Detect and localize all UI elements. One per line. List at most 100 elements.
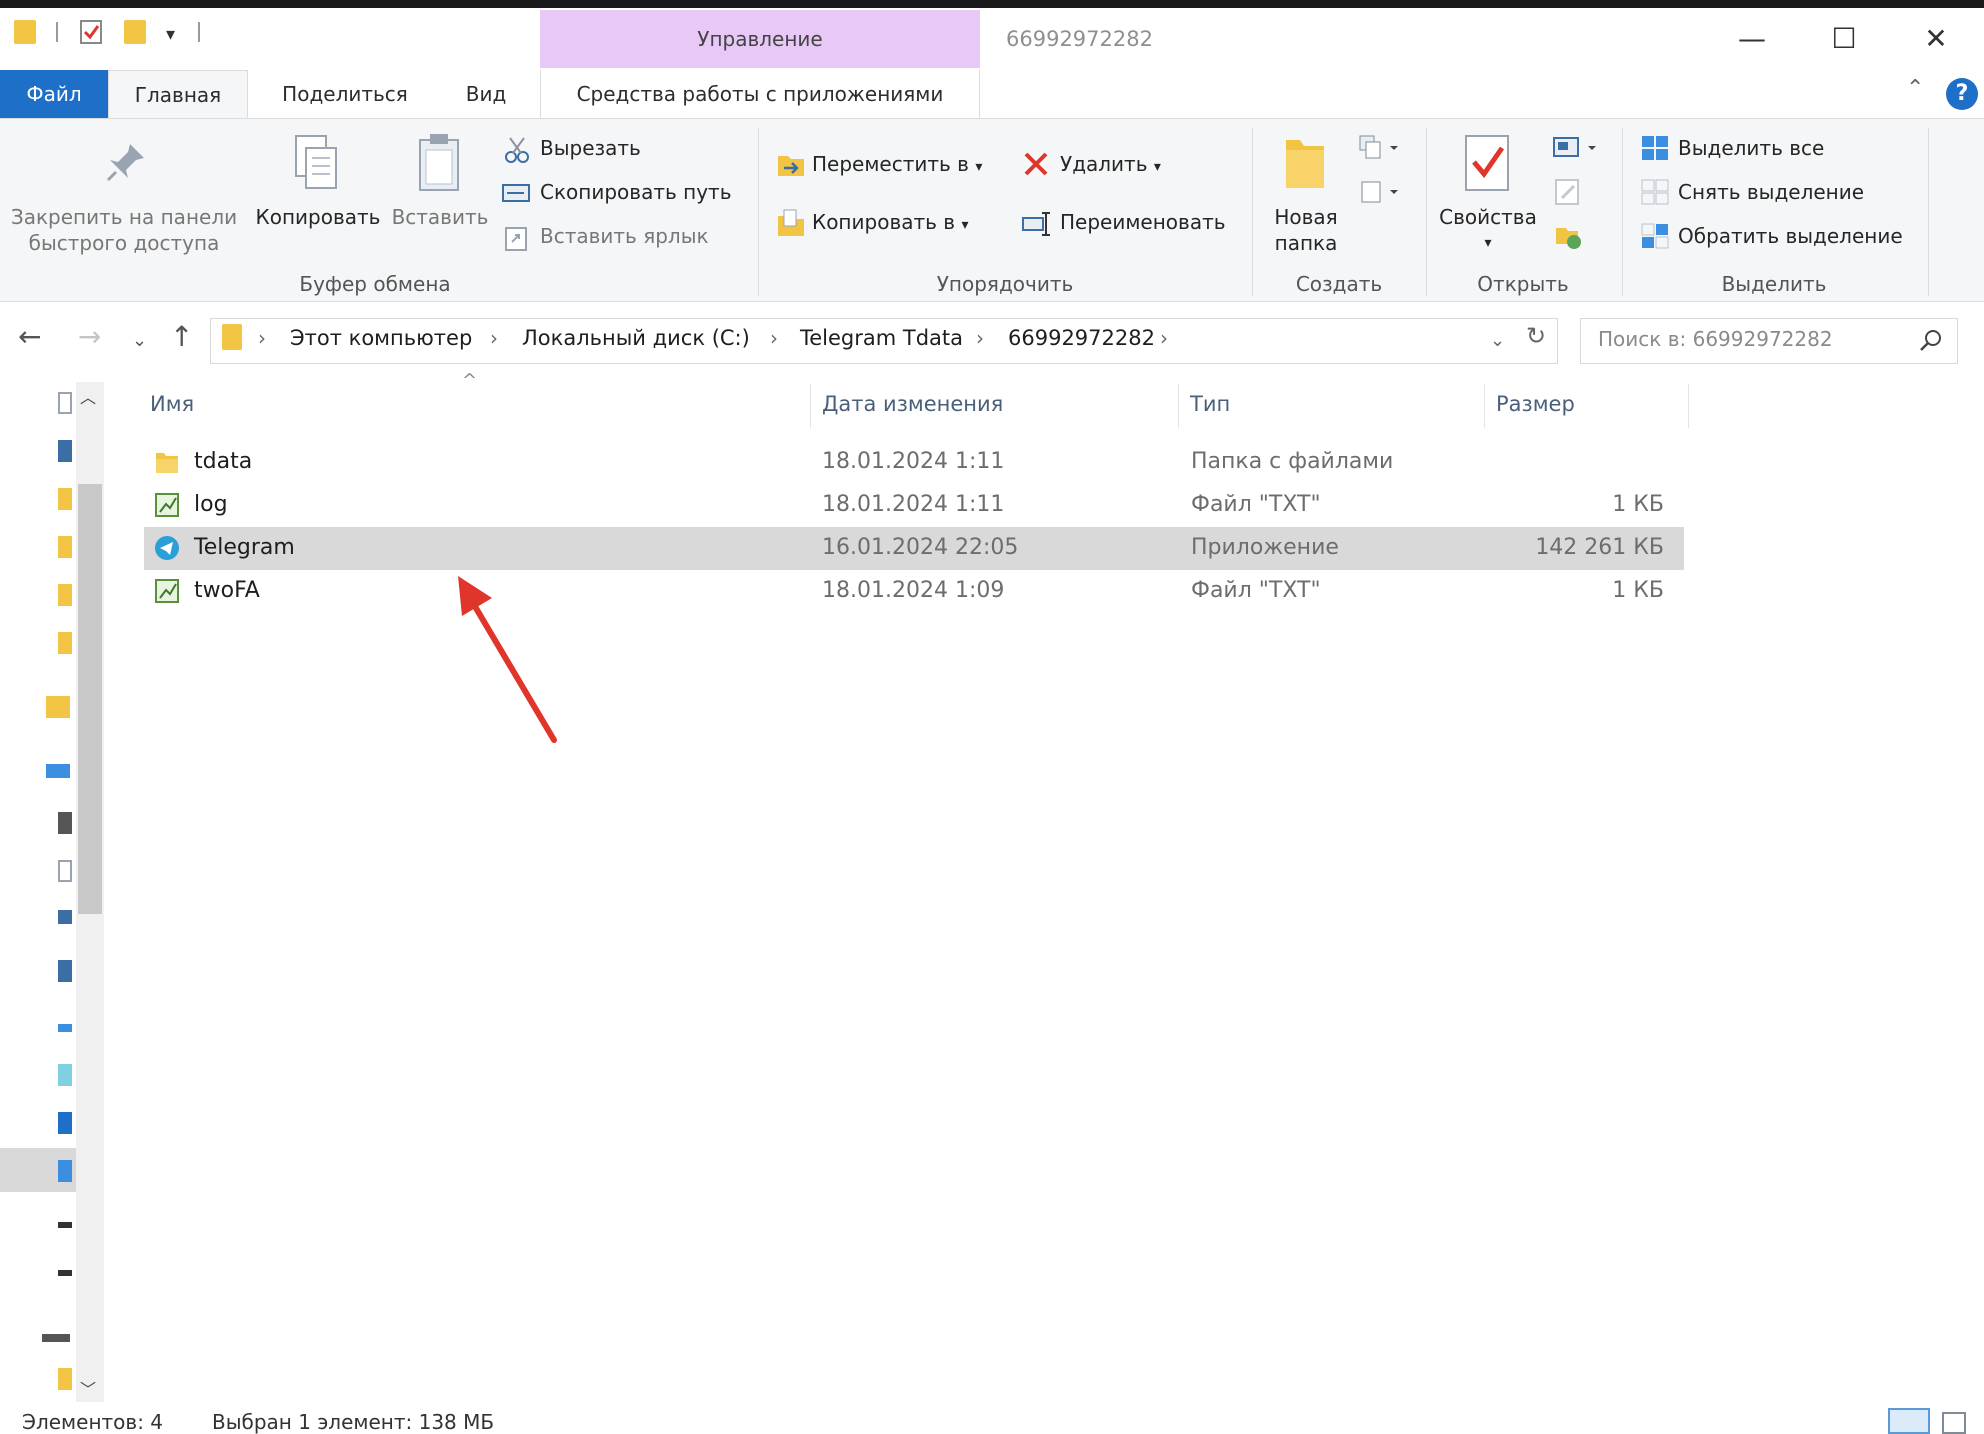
minimize-button[interactable]: — bbox=[1706, 8, 1798, 70]
new-folder-quick-icon[interactable] bbox=[124, 20, 146, 44]
documents-icon[interactable] bbox=[58, 860, 72, 882]
refresh-icon[interactable]: ↻ bbox=[1526, 322, 1546, 350]
column-header-type[interactable]: Тип bbox=[1190, 392, 1230, 416]
copy-icon bbox=[295, 135, 337, 189]
copy-button[interactable]: Копировать bbox=[250, 204, 386, 230]
file-row[interactable]: log 18.01.2024 1:11 Файл "TXT" 1 КБ bbox=[144, 484, 1684, 527]
breadcrumb-chevron-icon[interactable]: › bbox=[258, 326, 266, 350]
quick-access-icon[interactable] bbox=[58, 392, 72, 414]
desktop-icon[interactable] bbox=[58, 440, 72, 462]
back-arrow-icon[interactable]: ← bbox=[18, 320, 41, 353]
telegram-icon bbox=[155, 536, 179, 560]
folder-icon bbox=[14, 20, 36, 44]
breadcrumb-chevron-icon[interactable]: › bbox=[976, 326, 984, 350]
file-date: 18.01.2024 1:11 bbox=[822, 449, 1005, 474]
move-to-button[interactable]: Переместить в ▾ bbox=[812, 152, 982, 176]
music-icon[interactable] bbox=[58, 960, 72, 982]
help-icon[interactable]: ? bbox=[1946, 78, 1978, 110]
manage-context-tab[interactable]: Управление bbox=[540, 10, 980, 68]
paste-shortcut-button[interactable]: Вставить ярлык bbox=[540, 224, 709, 248]
drive-icon[interactable] bbox=[58, 1222, 72, 1228]
column-divider[interactable] bbox=[1178, 384, 1179, 428]
select-all-icon bbox=[1642, 136, 1668, 160]
folder-icon[interactable] bbox=[58, 1368, 72, 1390]
copy-to-button[interactable]: Копировать в ▾ bbox=[812, 210, 968, 234]
tab-app-tools[interactable]: Средства работы с приложениями bbox=[540, 70, 980, 118]
pictures-icon[interactable] bbox=[58, 1024, 72, 1032]
file-row-selected[interactable]: Telegram 16.01.2024 22:05 Приложение 142… bbox=[144, 527, 1684, 570]
breadcrumb-local-disk[interactable]: Локальный диск (C:) bbox=[522, 326, 750, 350]
easy-access-icon[interactable] bbox=[1358, 178, 1402, 206]
folder-icon[interactable] bbox=[58, 536, 72, 558]
column-divider[interactable] bbox=[1484, 384, 1485, 428]
folder-icon[interactable] bbox=[46, 696, 70, 718]
file-row[interactable]: tdata 18.01.2024 1:11 Папка с файлами bbox=[144, 441, 1684, 484]
onedrive-icon[interactable] bbox=[46, 764, 70, 778]
drive-icon[interactable] bbox=[58, 1112, 72, 1134]
breadcrumb-chevron-icon[interactable]: › bbox=[490, 326, 498, 350]
window-title: 66992972282 bbox=[1006, 27, 1153, 51]
group-divider bbox=[1426, 128, 1427, 296]
open-icon[interactable] bbox=[1552, 134, 1602, 162]
up-arrow-icon[interactable]: ↑ bbox=[170, 320, 193, 353]
details-view-icon[interactable] bbox=[1888, 1408, 1930, 1434]
local-disk-icon[interactable] bbox=[58, 1160, 72, 1182]
breadcrumb-this-pc[interactable]: Этот компьютер bbox=[290, 326, 472, 350]
scroll-up-icon[interactable]: ︿ bbox=[80, 384, 96, 408]
network-icon[interactable] bbox=[42, 1334, 70, 1342]
properties-button[interactable]: Свойства ▾ bbox=[1430, 204, 1546, 256]
rename-button[interactable]: Переименовать bbox=[1060, 210, 1226, 234]
dropdown-caret-icon: ▾ bbox=[975, 159, 983, 175]
paste-shortcut-icon bbox=[505, 227, 527, 251]
new-folder-button[interactable]: Новая папка bbox=[1256, 204, 1356, 256]
tab-share[interactable]: Поделиться bbox=[260, 70, 430, 118]
folder-icon[interactable] bbox=[58, 632, 72, 654]
history-icon[interactable] bbox=[1554, 222, 1584, 252]
large-icons-view-icon[interactable] bbox=[1942, 1412, 1966, 1434]
customize-qa-icon[interactable]: ▾ bbox=[166, 24, 175, 45]
column-divider[interactable] bbox=[1688, 384, 1689, 428]
column-divider[interactable] bbox=[810, 384, 811, 428]
file-size: 142 261 КБ bbox=[1535, 535, 1664, 560]
new-item-icon[interactable] bbox=[1358, 134, 1402, 162]
edit-icon[interactable] bbox=[1554, 178, 1582, 206]
select-all-button[interactable]: Выделить все bbox=[1678, 136, 1824, 160]
cut-button[interactable]: Вырезать bbox=[540, 136, 641, 160]
scrollbar-thumb[interactable] bbox=[78, 484, 102, 914]
downloads-icon[interactable] bbox=[58, 910, 72, 924]
breadcrumb-telegram-tdata[interactable]: Telegram Tdata bbox=[800, 326, 963, 350]
address-history-icon[interactable]: ⌄ bbox=[1490, 330, 1505, 351]
this-pc-icon[interactable] bbox=[58, 812, 72, 834]
file-size: 1 КБ bbox=[1612, 492, 1664, 517]
close-button[interactable]: ✕ bbox=[1890, 8, 1982, 70]
breadcrumb-chevron-icon[interactable]: › bbox=[1160, 326, 1168, 350]
drive-icon[interactable] bbox=[58, 1270, 72, 1276]
file-name: log bbox=[194, 492, 228, 517]
pin-quick-access-button[interactable]: Закрепить на панели быстрого доступа bbox=[6, 204, 242, 256]
invert-selection-button[interactable]: Обратить выделение bbox=[1678, 224, 1903, 248]
tab-home[interactable]: Главная bbox=[108, 70, 248, 120]
delete-button[interactable]: Удалить ▾ bbox=[1060, 152, 1161, 176]
recent-locations-icon[interactable]: ⌄ bbox=[132, 330, 147, 351]
select-none-button[interactable]: Снять выделение bbox=[1678, 180, 1864, 204]
paste-button[interactable]: Вставить bbox=[390, 204, 490, 230]
folder-icon[interactable] bbox=[58, 488, 72, 510]
breadcrumb-current-folder[interactable]: 66992972282 bbox=[1008, 326, 1155, 350]
forward-arrow-icon[interactable]: → bbox=[78, 320, 101, 353]
new-folder-line1: Новая bbox=[1274, 205, 1338, 229]
tab-view[interactable]: Вид bbox=[446, 70, 526, 118]
column-header-name[interactable]: Имя bbox=[150, 392, 194, 416]
file-row[interactable]: twoFA 18.01.2024 1:09 Файл "TXT" 1 КБ bbox=[144, 570, 1684, 613]
properties-quick-icon[interactable] bbox=[80, 20, 102, 44]
scroll-down-icon[interactable]: ﹀ bbox=[80, 1376, 96, 1400]
folder-icon[interactable] bbox=[58, 584, 72, 606]
breadcrumb-chevron-icon[interactable]: › bbox=[770, 326, 778, 350]
videos-icon[interactable] bbox=[58, 1064, 72, 1086]
maximize-button[interactable]: ☐ bbox=[1798, 8, 1890, 70]
tab-file[interactable]: Файл bbox=[0, 70, 108, 118]
column-header-date[interactable]: Дата изменения bbox=[822, 392, 1003, 416]
column-header-size[interactable]: Размер bbox=[1496, 392, 1575, 416]
copy-path-button[interactable]: Скопировать путь bbox=[540, 180, 731, 204]
search-icon[interactable] bbox=[1918, 328, 1944, 354]
collapse-ribbon-icon[interactable]: ⌃ bbox=[1906, 76, 1924, 101]
